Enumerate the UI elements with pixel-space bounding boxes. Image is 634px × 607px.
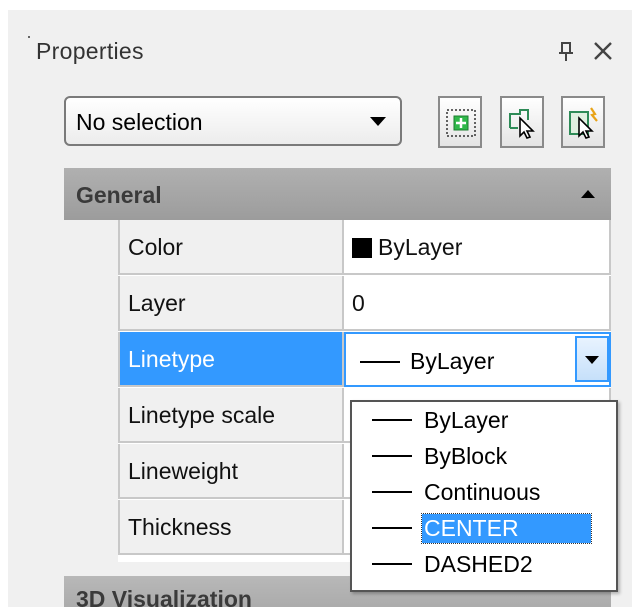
linetype-value: ByLayer xyxy=(410,348,495,374)
properties-panel: Properties No selection General Color By… xyxy=(8,10,632,607)
linetype-dropdown[interactable]: ByLayer xyxy=(344,332,611,387)
linetype-option-dashed2[interactable]: DASHED2 xyxy=(354,550,614,586)
property-row-linetype[interactable]: Linetype ByLayer xyxy=(118,332,611,388)
category-label: 3D Visualization xyxy=(76,586,252,607)
property-name: Thickness xyxy=(118,500,344,555)
toggle-pickadd-icon xyxy=(569,107,598,139)
property-name: Linetype scale xyxy=(118,388,344,443)
category-label: General xyxy=(76,182,162,208)
linetype-option-continuous[interactable]: Continuous xyxy=(354,478,614,514)
toggle-pickadd-button[interactable] xyxy=(561,96,605,148)
panel-title: Properties xyxy=(36,38,144,64)
quick-select-button[interactable] xyxy=(438,96,482,148)
linetype-option-byblock[interactable]: ByBlock xyxy=(354,442,614,478)
linetype-dropdown-list: ByLayer ByBlock Continuous CENTER DASHED… xyxy=(350,400,618,592)
linetype-option-center[interactable]: CENTER xyxy=(354,513,614,550)
property-row-layer[interactable]: Layer 0 xyxy=(118,276,611,332)
grip-dot xyxy=(28,36,30,38)
property-row-color[interactable]: Color ByLayer xyxy=(118,220,611,276)
linetype-dropdown-button[interactable] xyxy=(575,336,609,382)
chevron-down-icon xyxy=(370,117,386,126)
property-value-color[interactable]: ByLayer xyxy=(344,220,611,275)
linetype-preview-line xyxy=(372,491,412,493)
linetype-preview-line xyxy=(372,455,412,457)
property-value-layer[interactable]: 0 xyxy=(344,276,611,331)
property-name: Layer xyxy=(118,276,344,331)
linetype-preview-line xyxy=(372,419,412,421)
category-general[interactable]: General xyxy=(64,168,611,220)
select-objects-button[interactable] xyxy=(500,96,544,148)
selection-dropdown[interactable]: No selection xyxy=(64,96,402,146)
linetype-preview-line xyxy=(360,361,400,363)
selection-value: No selection xyxy=(76,109,203,135)
close-icon[interactable] xyxy=(592,40,614,62)
linetype-preview-line xyxy=(372,563,412,565)
select-objects-icon xyxy=(509,109,535,139)
quick-select-icon xyxy=(446,109,476,137)
chevron-down-icon xyxy=(585,356,599,364)
property-name: Lineweight xyxy=(118,444,344,499)
color-swatch xyxy=(352,238,372,258)
property-name: Linetype xyxy=(118,332,344,387)
collapse-arrow-icon[interactable] xyxy=(581,190,595,198)
pin-icon[interactable] xyxy=(556,40,576,64)
property-name: Color xyxy=(118,220,344,275)
color-value: ByLayer xyxy=(378,234,463,260)
linetype-preview-line xyxy=(372,527,412,529)
linetype-option-bylayer[interactable]: ByLayer xyxy=(354,406,614,442)
